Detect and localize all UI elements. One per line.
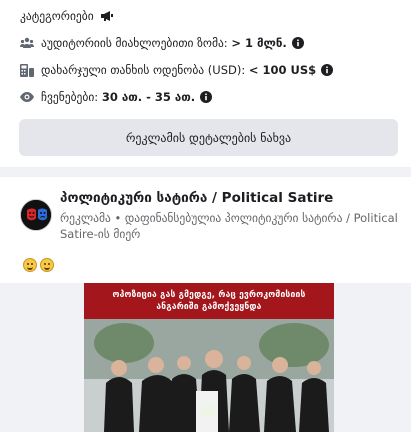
page-avatar[interactable] — [20, 199, 52, 231]
categories-row: კატეგორიები — [20, 9, 114, 23]
spend-value: < 100 US$ — [248, 63, 317, 77]
headline-line-2: ანგარიში გამოქვეყნდა — [156, 302, 262, 312]
info-icon[interactable] — [291, 37, 304, 49]
megaphone-icon — [100, 9, 114, 23]
eye-icon — [20, 90, 34, 104]
audience-row: აუდიტორიის მიახლოებითი ზომა: > 1 მლნ. — [20, 36, 304, 50]
spend-label: დახარჯული თანხის ოდენობა (USD): — [41, 63, 246, 77]
see-ad-details-button[interactable]: რეკლამის დეტალების ნახვა — [19, 119, 398, 156]
ad-post-card: პოლიტიკური სატირა / Political Satire რეკ… — [0, 177, 411, 432]
reactions — [23, 258, 54, 272]
categories-label: კატეგორიები — [20, 9, 94, 23]
money-icon — [20, 63, 34, 77]
people-icon — [20, 36, 34, 50]
grin-emoji-icon — [40, 258, 54, 272]
ad-image[interactable]: ოპოზიცია გას გმედგე, რაც ევროკომისიის ან… — [84, 283, 334, 432]
sponsored-byline: რეკლამა • დაფინანსებულია პოლიტიკური სატი… — [60, 211, 398, 241]
impressions-row: ჩვენებები: 30 ათ. - 35 ათ. — [20, 90, 213, 104]
ad-media[interactable]: ოპოზიცია გას გმედგე, რაც ევროკომისიის ან… — [0, 283, 411, 432]
spend-row: დახარჯული თანხის ოდენობა (USD): < 100 US… — [20, 63, 334, 77]
ad-image-headline: ოპოზიცია გას გმედგე, რაც ევროკომისიის ან… — [84, 283, 334, 319]
grin-emoji-icon — [23, 258, 37, 272]
impressions-value: 30 ათ. - 35 ათ. — [101, 90, 196, 104]
impressions-label: ჩვენებები: — [41, 90, 99, 104]
info-icon[interactable] — [200, 91, 213, 103]
audience-label: აუდიტორიის მიახლოებითი ზომა: — [41, 36, 228, 50]
page-name-link[interactable]: პოლიტიკური სატირა / Political Satire — [60, 190, 333, 206]
headline-line-1: ოპოზიცია გას გმედგე, რაც ევროკომისიის — [112, 290, 306, 300]
audience-value: > 1 მლნ. — [231, 36, 287, 50]
ad-info-card: კატეგორიები აუდიტორიის მიახლოებითი ზომა:… — [0, 0, 411, 167]
info-icon[interactable] — [321, 64, 334, 76]
